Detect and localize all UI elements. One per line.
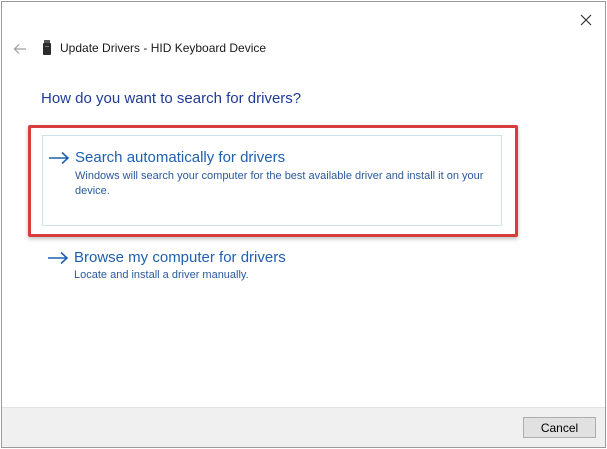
option-description: Locate and install a driver manually. <box>74 269 249 281</box>
option-title: Search automatically for drivers <box>75 149 286 166</box>
close-icon <box>580 14 592 26</box>
window-title: Update Drivers - HID Keyboard Device <box>60 41 267 55</box>
option-description: Windows will search your computer for th… <box>75 170 484 197</box>
option-title: Browse my computer for drivers <box>74 249 286 266</box>
back-button[interactable] <box>10 39 30 59</box>
right-arrow-icon <box>49 151 70 165</box>
right-arrow-icon <box>48 251 69 265</box>
back-arrow-icon <box>13 44 26 54</box>
close-button[interactable] <box>573 8 599 32</box>
update-drivers-dialog: Update Drivers - HID Keyboard Device How… <box>1 1 606 448</box>
cancel-button[interactable]: Cancel <box>523 417 596 438</box>
keyboard-device-icon <box>43 40 51 55</box>
dialog-footer: Cancel <box>2 407 605 447</box>
search-automatically-option[interactable]: Search automatically for drivers Windows… <box>42 135 502 226</box>
page-heading: How do you want to search for drivers? <box>41 90 302 107</box>
browse-computer-option[interactable]: Browse my computer for drivers Locate an… <box>42 246 502 288</box>
